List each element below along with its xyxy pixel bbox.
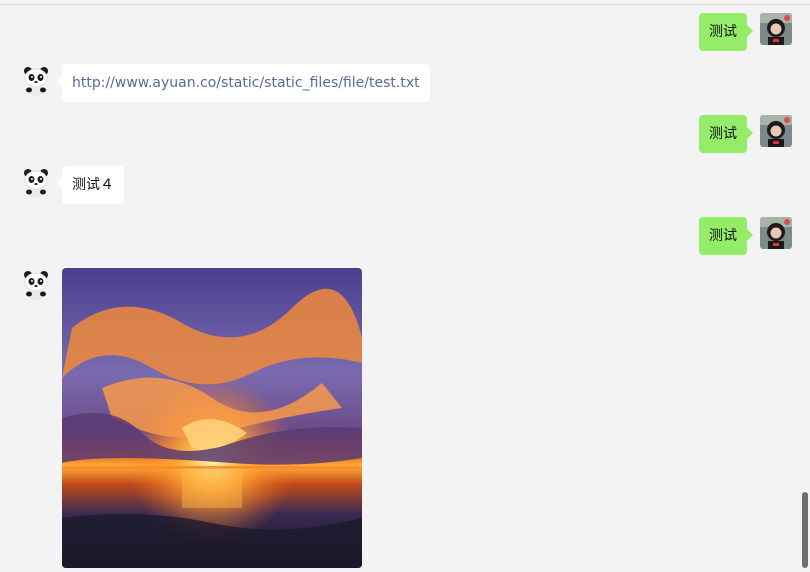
message-row-other: 测试４: [0, 166, 810, 204]
message-row-self: 测试: [0, 217, 810, 255]
girl-portrait-avatar-icon: [760, 115, 792, 147]
self-avatar[interactable]: [760, 115, 792, 147]
self-avatar[interactable]: [760, 217, 792, 249]
sunset-clouds-painting-icon: [62, 268, 362, 568]
other-avatar[interactable]: [20, 268, 52, 300]
message-bubble-self[interactable]: 测试: [699, 115, 753, 153]
message-bubble-link[interactable]: http://www.ayuan.co/static/static_files/…: [57, 64, 430, 102]
vertical-scrollbar[interactable]: [802, 492, 808, 568]
message-row-other: [0, 268, 810, 568]
message-row-self: 测试: [0, 115, 810, 153]
message-bubble-self[interactable]: 测试: [699, 13, 753, 51]
message-bubble-self[interactable]: 测试: [699, 217, 753, 255]
chat-message-list[interactable]: 测试 http://www.ayuan.co/static/static_fil…: [0, 0, 810, 572]
message-row-other: http://www.ayuan.co/static/static_files/…: [0, 64, 810, 102]
self-avatar[interactable]: [760, 13, 792, 45]
girl-portrait-avatar-icon: [760, 217, 792, 249]
message-bubble-other[interactable]: 测试４: [57, 166, 124, 204]
other-avatar[interactable]: [20, 64, 52, 96]
other-avatar[interactable]: [20, 166, 52, 198]
message-row-self: 测试: [0, 13, 810, 51]
girl-portrait-avatar-icon: [760, 13, 792, 45]
panda-avatar-icon: [20, 268, 52, 300]
panda-avatar-icon: [20, 64, 52, 96]
message-image[interactable]: [62, 268, 362, 568]
panda-avatar-icon: [20, 166, 52, 198]
